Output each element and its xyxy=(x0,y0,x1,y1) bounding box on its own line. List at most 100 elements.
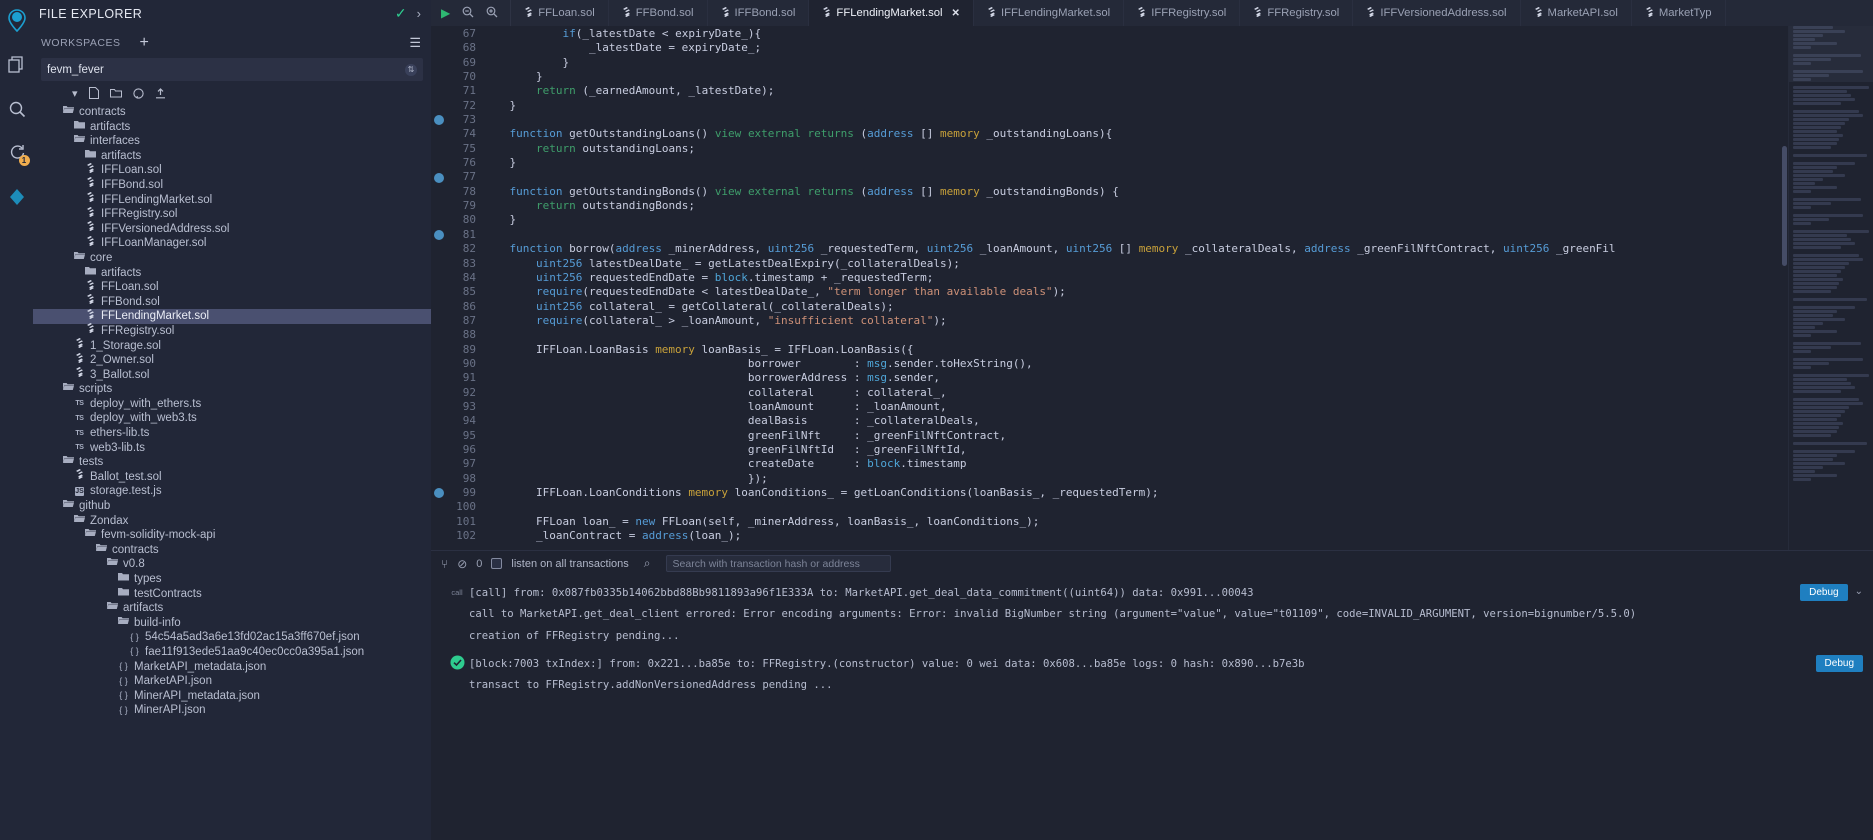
clear-console-icon[interactable]: ⊘ xyxy=(457,557,467,571)
tree-item[interactable]: { } MarketAPI_metadata.json xyxy=(33,660,431,675)
check-icon[interactable]: ✓ xyxy=(395,5,407,22)
tree-item[interactable]: fevm-solidity-mock-api xyxy=(33,528,431,543)
add-workspace-icon[interactable]: + xyxy=(139,35,148,51)
hamburger-menu-icon[interactable]: ☰ xyxy=(409,35,421,51)
tree-item[interactable]: IFFVersionedAddress.sol xyxy=(33,221,431,237)
tree-item[interactable]: 3_Ballot.sol xyxy=(33,367,431,383)
tree-item[interactable]: { } MarketAPI.json xyxy=(33,674,431,689)
editor-vertical-scrollbar[interactable] xyxy=(1782,146,1787,266)
minimap-viewport[interactable] xyxy=(1789,26,1873,82)
tree-item[interactable]: artifacts xyxy=(33,120,431,135)
workspace-select[interactable]: fevm_fever ⇅ xyxy=(41,58,423,81)
search-icon[interactable] xyxy=(3,92,31,126)
file-explorer-icon[interactable] xyxy=(3,48,31,82)
editor-tab[interactable]: IFFLendingMarket.sol xyxy=(974,0,1125,26)
editor-tab[interactable]: FFBond.sol xyxy=(609,0,708,26)
code-editor[interactable]: 67 68 69 70 71 72 73 74 75 76 77 78 79 80 81 82 83 84 85 86… xyxy=(431,26,1873,550)
editor-tab[interactable]: FFLendingMarket.sol ✕ xyxy=(809,0,974,26)
tree-item[interactable]: IFFLoan.sol xyxy=(33,162,431,178)
tree-item[interactable]: scripts xyxy=(33,382,431,397)
breakpoint-gutter[interactable] xyxy=(431,26,449,550)
tree-item[interactable]: TS ethers-lib.ts xyxy=(33,426,431,441)
tree-item[interactable]: v0.8 xyxy=(33,557,431,572)
terminal-entry[interactable]: call [call] from: 0x087fb0335b14062bbd88B… xyxy=(431,580,1873,651)
tree-item[interactable]: IFFBond.sol xyxy=(33,177,431,193)
tree-item[interactable]: artifacts xyxy=(33,601,431,616)
breakpoint-marker[interactable] xyxy=(434,229,444,240)
tree-item[interactable]: FFLoan.sol xyxy=(33,279,431,295)
tab-list[interactable]: FFLoan.sol FFBond.sol IFFBond.sol FFLending… xyxy=(511,0,1726,26)
tree-item[interactable]: Zondax xyxy=(33,514,431,529)
tree-item[interactable]: IFFLoanManager.sol xyxy=(33,235,431,251)
editor-tab[interactable]: FFRegistry.sol xyxy=(1240,0,1354,26)
tree-item[interactable]: github xyxy=(33,499,431,514)
tree-item[interactable]: types xyxy=(33,572,431,587)
tree-item[interactable]: FFRegistry.sol xyxy=(33,323,431,339)
tree-item[interactable]: IFFRegistry.sol xyxy=(33,206,431,222)
run-icon[interactable]: ▶ xyxy=(441,7,450,19)
editor-tab[interactable]: MarketAPI.sol xyxy=(1521,0,1632,26)
terminal-entry[interactable]: [block:7003 txIndex:] from: 0x221...ba85… xyxy=(431,651,1873,700)
editor-tab[interactable]: IFFBond.sol xyxy=(708,0,810,26)
chevron-down-icon[interactable]: ⌄ xyxy=(1855,584,1863,597)
debug-button[interactable]: Debug xyxy=(1800,584,1848,601)
file-tree[interactable]: contracts artifacts interfaces artifacts IFF… xyxy=(33,105,431,718)
tree-item[interactable]: contracts xyxy=(33,105,431,120)
editor-tab[interactable]: IFFVersionedAddress.sol xyxy=(1353,0,1521,26)
tree-item[interactable]: testContracts xyxy=(33,587,431,602)
solidity-file-icon xyxy=(72,367,87,383)
home-icon[interactable] xyxy=(3,4,31,38)
tree-item[interactable]: artifacts xyxy=(33,266,431,281)
tree-item[interactable]: IFFLendingMarket.sol xyxy=(33,192,431,208)
tree-item[interactable]: TS deploy_with_ethers.ts xyxy=(33,397,431,412)
code-content[interactable]: if(_latestDate < expiryDate_){ _latestDa… xyxy=(483,26,1873,550)
new-file-icon[interactable] xyxy=(88,87,99,102)
zoom-out-icon[interactable] xyxy=(462,6,474,20)
terminal-line: [call] from: 0x087fb0335b14062bbd88Bb981… xyxy=(469,587,1254,599)
collapse-all-icon[interactable]: ▾ xyxy=(72,89,78,100)
transaction-search-input[interactable]: Search with transaction hash or address xyxy=(665,555,891,572)
breakpoint-marker[interactable] xyxy=(434,172,444,183)
tree-item[interactable]: FFBond.sol xyxy=(33,294,431,310)
terminal-toggle-icon[interactable]: ⑂ xyxy=(441,557,448,571)
tree-item[interactable]: JS storage.test.js xyxy=(33,484,431,499)
tree-item[interactable]: { } MinerAPI.json xyxy=(33,703,431,718)
workspace-spinner-icon[interactable]: ⇅ xyxy=(405,63,417,76)
new-folder-icon[interactable] xyxy=(109,88,122,101)
tree-item[interactable]: TS deploy_with_web3.ts xyxy=(33,411,431,426)
editor-tab[interactable]: IFFRegistry.sol xyxy=(1124,0,1241,26)
minimap-line xyxy=(1793,286,1837,289)
tree-item[interactable]: FFLendingMarket.sol xyxy=(33,308,431,324)
tree-item[interactable]: { } fae11f913ede51aa9c40ec0cc0a395a1.json xyxy=(33,645,431,660)
github-icon[interactable] xyxy=(132,87,144,102)
tree-item[interactable]: TS web3-lib.ts xyxy=(33,441,431,456)
minimap-line xyxy=(1793,94,1851,97)
listen-checkbox[interactable] xyxy=(491,558,503,569)
debug-button[interactable]: Debug xyxy=(1815,655,1863,672)
tree-item[interactable]: { } MinerAPI_metadata.json xyxy=(33,689,431,704)
upload-file-icon[interactable] xyxy=(155,87,166,102)
tree-item[interactable]: artifacts xyxy=(33,149,431,164)
terminal-line: [block:7003 txIndex:] from: 0x221...ba85… xyxy=(469,658,1305,670)
chevron-right-icon[interactable]: › xyxy=(417,6,421,21)
tree-item[interactable]: contracts xyxy=(33,543,431,558)
tree-item[interactable]: core xyxy=(33,251,431,266)
tree-item[interactable]: interfaces xyxy=(33,134,431,149)
breakpoint-marker[interactable] xyxy=(434,488,444,499)
tree-item[interactable]: 2_Owner.sol xyxy=(33,352,431,368)
breakpoint-marker[interactable] xyxy=(434,115,444,126)
terminal-log[interactable]: call [call] from: 0x087fb0335b14062bbd88B… xyxy=(431,576,1873,840)
close-icon[interactable]: ✕ xyxy=(952,8,960,19)
deploy-run-icon[interactable] xyxy=(3,180,31,214)
editor-tab[interactable]: MarketTyp xyxy=(1632,0,1726,26)
tree-item[interactable]: { } 54c54a5ad3a6e13fd02ac15a3ff670ef.json xyxy=(33,630,431,645)
solidity-compiler-icon[interactable]: 1 xyxy=(3,136,31,170)
editor-minimap[interactable] xyxy=(1788,26,1873,550)
editor-tab[interactable]: FFLoan.sol xyxy=(511,0,609,26)
tree-item[interactable]: Ballot_test.sol xyxy=(33,469,431,485)
zoom-in-icon[interactable] xyxy=(486,6,498,20)
tree-item[interactable]: 1_Storage.sol xyxy=(33,338,431,354)
tree-item[interactable]: tests xyxy=(33,455,431,470)
minimap-line xyxy=(1793,270,1841,273)
tree-item[interactable]: build-info xyxy=(33,616,431,631)
